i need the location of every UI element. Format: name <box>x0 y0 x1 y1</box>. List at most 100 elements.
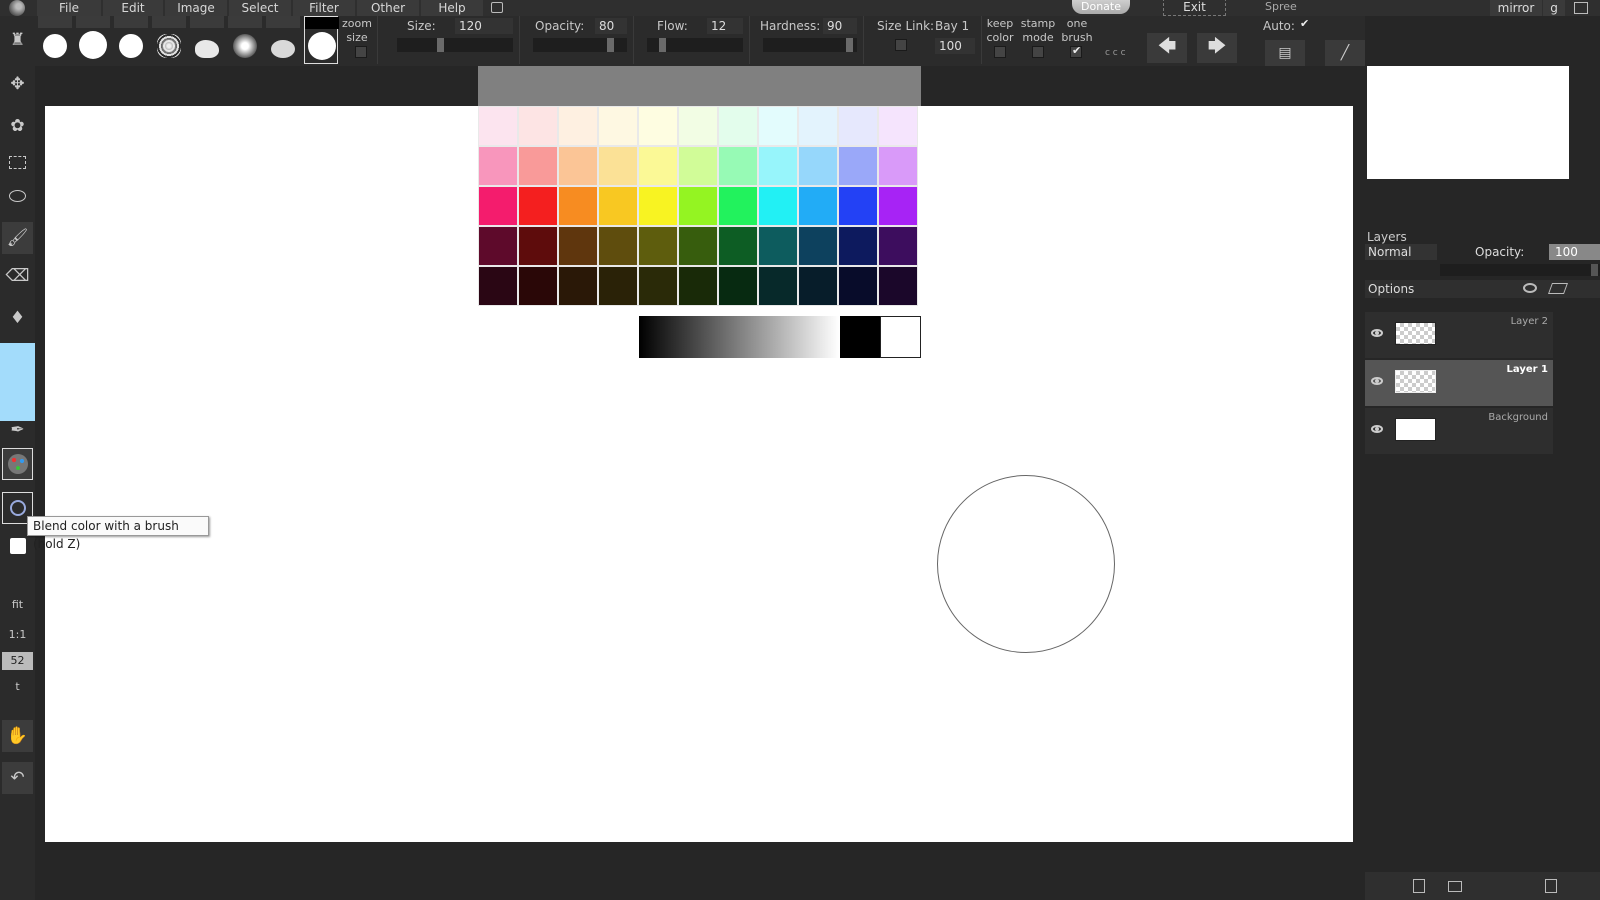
auto-checkbox[interactable] <box>1299 17 1311 32</box>
palette-swatch[interactable] <box>718 266 758 306</box>
palette-swatch[interactable] <box>558 106 598 146</box>
palette-swatch[interactable] <box>678 226 718 266</box>
palette-swatch[interactable] <box>718 106 758 146</box>
palette-swatch[interactable] <box>878 146 918 186</box>
white-swatch[interactable] <box>880 316 921 358</box>
menu-help[interactable]: Help <box>421 0 483 16</box>
brush-preset-round-1[interactable] <box>38 16 72 64</box>
hardness-slider[interactable] <box>763 38 857 52</box>
stamp-tool-button[interactable]: ▤ <box>1265 40 1305 66</box>
line-tool-button[interactable]: ╱ <box>1325 40 1365 66</box>
move-tool[interactable]: ✥ <box>2 68 33 100</box>
flow-slider-thumb[interactable] <box>659 38 666 52</box>
palette-swatch[interactable] <box>478 226 518 266</box>
palette-swatch[interactable] <box>478 186 518 226</box>
flow-input[interactable]: 12 <box>707 18 743 34</box>
opacity-slider-thumb[interactable] <box>607 38 614 52</box>
zoom-size-checkbox[interactable] <box>355 46 367 58</box>
menu-image[interactable]: Image <box>165 0 227 16</box>
eye-icon[interactable] <box>1523 283 1537 293</box>
spray-tool[interactable]: ♜ <box>2 24 33 56</box>
mirror-button[interactable]: mirror <box>1490 0 1542 16</box>
new-layer-icon[interactable] <box>1413 879 1425 893</box>
navigator-preview[interactable] <box>1367 66 1569 179</box>
magic-wand-tool[interactable]: ✿ <box>2 110 33 142</box>
palette-swatch[interactable] <box>838 186 878 226</box>
palette-swatch[interactable] <box>838 146 878 186</box>
palette-swatch[interactable] <box>758 106 798 146</box>
hand-tool[interactable]: ✋ <box>2 720 33 752</box>
layer-opacity-input[interactable]: 100 <box>1549 244 1600 260</box>
menu-filter[interactable]: Filter <box>293 0 355 16</box>
menu-other[interactable]: Other <box>357 0 419 16</box>
app-logo-icon[interactable] <box>9 0 25 16</box>
bay-input[interactable]: 100 <box>935 38 975 54</box>
palette-swatch[interactable] <box>518 146 558 186</box>
brush-tool[interactable]: 🖌 <box>2 222 33 254</box>
palette-swatch[interactable] <box>678 106 718 146</box>
palette-swatch[interactable] <box>518 226 558 266</box>
keyboard-icon[interactable] <box>491 2 503 13</box>
layer-row[interactable]: Layer 2 <box>1365 312 1553 358</box>
brush-preset-scatter[interactable] <box>152 16 186 64</box>
palette-swatch[interactable] <box>878 186 918 226</box>
palette-swatch[interactable] <box>758 146 798 186</box>
palette-tool[interactable] <box>2 448 33 480</box>
brush-preset-cloud[interactable] <box>190 16 224 64</box>
brush-preset-soft[interactable] <box>228 16 262 64</box>
layer-opacity-slider[interactable] <box>1440 264 1600 276</box>
palette-swatch[interactable] <box>598 106 638 146</box>
opacity-input[interactable]: 80 <box>595 18 627 34</box>
palette-swatch[interactable] <box>518 106 558 146</box>
palette-swatch[interactable] <box>638 186 678 226</box>
one-brush-checkbox[interactable] <box>1070 44 1082 58</box>
palette-swatch[interactable] <box>638 226 678 266</box>
palette-swatch[interactable] <box>758 186 798 226</box>
eraser-tool[interactable]: ⌫ <box>2 260 33 292</box>
palette-swatch[interactable] <box>798 266 838 306</box>
palette-swatch[interactable] <box>558 146 598 186</box>
palette-swatch[interactable] <box>878 266 918 306</box>
menu-file[interactable]: File <box>37 0 101 16</box>
palette-swatch[interactable] <box>478 146 518 186</box>
palette-swatch[interactable] <box>638 106 678 146</box>
palette-swatch[interactable] <box>638 146 678 186</box>
palette-swatch[interactable] <box>598 266 638 306</box>
palette-swatch[interactable] <box>718 186 758 226</box>
hardness-slider-thumb[interactable] <box>846 38 853 52</box>
brush-preset-round-3[interactable] <box>114 16 148 64</box>
eyedropper-tool[interactable]: ✒ <box>2 414 33 446</box>
fit-button[interactable]: fit <box>2 596 33 614</box>
size-link-checkbox[interactable] <box>895 39 907 51</box>
visibility-eye-icon[interactable] <box>1371 329 1383 337</box>
current-color-swatch[interactable] <box>0 343 35 421</box>
palette-swatch[interactable] <box>758 226 798 266</box>
g-button[interactable]: g <box>1543 0 1565 16</box>
palette-swatch[interactable] <box>758 266 798 306</box>
palette-swatch[interactable] <box>798 226 838 266</box>
size-slider-thumb[interactable] <box>437 38 444 52</box>
palette-swatch[interactable] <box>878 226 918 266</box>
brush-preset-selected[interactable] <box>304 16 339 64</box>
palette-swatch[interactable] <box>478 266 518 306</box>
palette-swatch[interactable] <box>518 186 558 226</box>
undo-history-button[interactable]: 🡄 <box>1147 33 1187 63</box>
size-input[interactable]: 120 <box>455 18 513 34</box>
palette-swatch[interactable] <box>678 146 718 186</box>
image-icon[interactable] <box>1574 2 1588 14</box>
undo-tool[interactable]: ↶ <box>2 762 33 794</box>
zoom-level[interactable]: 52 <box>2 652 33 670</box>
palette-swatch[interactable] <box>558 226 598 266</box>
brush-preset-oval[interactable] <box>266 16 300 64</box>
palette-swatch[interactable] <box>478 106 518 146</box>
black-swatch[interactable] <box>840 316 880 358</box>
clear-layer-icon[interactable] <box>1547 283 1569 294</box>
brush-preset-round-2[interactable] <box>76 16 110 64</box>
stamp-mode-checkbox[interactable] <box>1032 46 1044 58</box>
rect-select-tool[interactable] <box>2 146 33 178</box>
palette-swatch[interactable] <box>798 146 838 186</box>
lasso-tool[interactable] <box>2 180 33 212</box>
palette-swatch[interactable] <box>718 146 758 186</box>
donate-button[interactable]: Donate <box>1072 0 1130 14</box>
palette-swatch[interactable] <box>838 106 878 146</box>
